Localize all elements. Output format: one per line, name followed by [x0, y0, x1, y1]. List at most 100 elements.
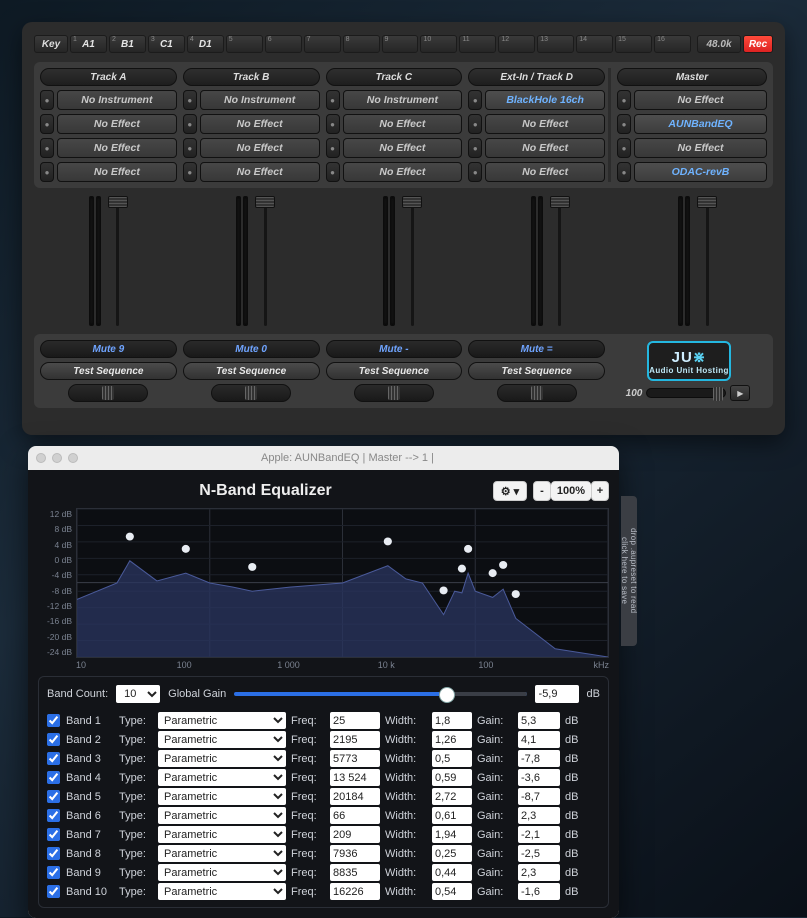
effect-slot[interactable]: No Effect — [57, 162, 177, 182]
band-width-input[interactable]: 2,72 — [432, 788, 472, 805]
band-freq-input[interactable]: 66 — [330, 807, 380, 824]
band-type-select[interactable]: Parametric — [158, 712, 286, 729]
track-header[interactable]: Track B — [183, 68, 320, 86]
master-header[interactable]: Master — [617, 68, 767, 86]
effect-slot[interactable]: No Effect — [57, 114, 177, 134]
band-gain-input[interactable]: -7,8 — [518, 750, 560, 767]
band-width-input[interactable]: 0,5 — [432, 750, 472, 767]
slot-enable-toggle[interactable]: ● — [326, 114, 340, 134]
band-gain-input[interactable]: -3,6 — [518, 769, 560, 786]
settings-button[interactable]: ⚙︎ ▾ — [493, 481, 527, 501]
global-gain-slider[interactable] — [234, 692, 526, 696]
band-type-select[interactable]: Parametric — [158, 788, 286, 805]
effect-slot[interactable]: No Effect — [485, 138, 605, 158]
volume-fader[interactable] — [107, 196, 129, 326]
band-type-select[interactable]: Parametric — [158, 826, 286, 843]
volume-fader[interactable] — [696, 196, 718, 326]
effect-slot[interactable]: No Effect — [200, 114, 320, 134]
band-width-input[interactable]: 1,94 — [432, 826, 472, 843]
band-enable-checkbox[interactable] — [47, 828, 60, 841]
preset-dropzone[interactable]: drop .aupreset to read click here to sav… — [621, 496, 637, 646]
preset-slot-11[interactable]: 11 — [459, 35, 496, 53]
key-button[interactable]: Key — [34, 35, 68, 53]
band-enable-checkbox[interactable] — [47, 790, 60, 803]
pan-slider[interactable] — [497, 384, 577, 402]
effect-slot[interactable]: No Effect — [343, 138, 463, 158]
band-enable-checkbox[interactable] — [47, 752, 60, 765]
band-freq-input[interactable]: 20184 — [330, 788, 380, 805]
master-slot[interactable]: ODAC-revB — [634, 162, 767, 182]
band-width-input[interactable]: 0,61 — [432, 807, 472, 824]
preset-slot-9[interactable]: 9 — [382, 35, 419, 53]
band-type-select[interactable]: Parametric — [158, 883, 286, 900]
preset-slot-14[interactable]: 14 — [576, 35, 613, 53]
preset-slot-10[interactable]: 10 — [420, 35, 457, 53]
bpm-value[interactable]: 100 — [626, 388, 643, 399]
effect-slot[interactable]: No Effect — [343, 114, 463, 134]
slot-enable-toggle[interactable]: ● — [326, 162, 340, 182]
band-freq-input[interactable]: 25 — [330, 712, 380, 729]
slot-enable-toggle[interactable]: ● — [326, 90, 340, 110]
pan-slider[interactable] — [354, 384, 434, 402]
band-enable-checkbox[interactable] — [47, 885, 60, 898]
preset-slot-16[interactable]: 16 — [654, 35, 691, 53]
band-freq-input[interactable]: 7936 — [330, 845, 380, 862]
sample-rate-button[interactable]: 48.0k — [697, 35, 741, 53]
band-marker[interactable] — [512, 590, 520, 598]
slot-enable-toggle[interactable]: ● — [468, 138, 482, 158]
test-sequence-button[interactable]: Test Sequence — [468, 362, 605, 380]
effect-slot[interactable]: No Effect — [57, 138, 177, 158]
band-enable-checkbox[interactable] — [47, 866, 60, 879]
preset-slot-4[interactable]: 4D1 — [187, 35, 224, 53]
effect-slot[interactable]: No Effect — [485, 114, 605, 134]
band-type-select[interactable]: Parametric — [158, 769, 286, 786]
slot-enable-toggle[interactable]: ● — [326, 138, 340, 158]
slot-enable-toggle[interactable]: ● — [40, 138, 54, 158]
band-type-select[interactable]: Parametric — [158, 864, 286, 881]
pan-slider[interactable] — [68, 384, 148, 402]
preset-slot-15[interactable]: 15 — [615, 35, 652, 53]
band-enable-checkbox[interactable] — [47, 714, 60, 727]
band-count-select[interactable]: 10 — [116, 685, 160, 703]
band-type-select[interactable]: Parametric — [158, 845, 286, 862]
band-type-select[interactable]: Parametric — [158, 731, 286, 748]
volume-fader[interactable] — [254, 196, 276, 326]
mute-button[interactable]: Mute - — [326, 340, 463, 358]
track-header[interactable]: Track A — [40, 68, 177, 86]
slot-enable-toggle[interactable]: ● — [468, 162, 482, 182]
band-freq-input[interactable]: 2195 — [330, 731, 380, 748]
band-marker[interactable] — [464, 545, 472, 553]
track-header[interactable]: Track C — [326, 68, 463, 86]
slot-enable-toggle[interactable]: ● — [40, 114, 54, 134]
band-width-input[interactable]: 0,54 — [432, 883, 472, 900]
volume-fader[interactable] — [549, 196, 571, 326]
slot-enable-toggle[interactable]: ● — [40, 90, 54, 110]
band-width-input[interactable]: 1,26 — [432, 731, 472, 748]
preset-slot-6[interactable]: 6 — [265, 35, 302, 53]
band-gain-input[interactable]: -8,7 — [518, 788, 560, 805]
mute-button[interactable]: Mute 0 — [183, 340, 320, 358]
band-marker[interactable] — [439, 586, 447, 594]
pan-slider[interactable] — [211, 384, 291, 402]
band-marker[interactable] — [126, 533, 134, 541]
effect-slot[interactable]: No Effect — [485, 162, 605, 182]
test-sequence-button[interactable]: Test Sequence — [183, 362, 320, 380]
preset-slot-8[interactable]: 8 — [343, 35, 380, 53]
band-enable-checkbox[interactable] — [47, 771, 60, 784]
test-sequence-button[interactable]: Test Sequence — [40, 362, 177, 380]
band-width-input[interactable]: 1,8 — [432, 712, 472, 729]
slot-enable-toggle[interactable]: ● — [617, 138, 631, 158]
slot-enable-toggle[interactable]: ● — [617, 114, 631, 134]
slot-enable-toggle[interactable]: ● — [183, 90, 197, 110]
master-slot[interactable]: AUNBandEQ — [634, 114, 767, 134]
mute-button[interactable]: Mute = — [468, 340, 605, 358]
band-gain-input[interactable]: 5,3 — [518, 712, 560, 729]
instrument-slot[interactable]: No Instrument — [57, 90, 177, 110]
effect-slot[interactable]: No Effect — [343, 162, 463, 182]
band-enable-checkbox[interactable] — [47, 733, 60, 746]
slot-enable-toggle[interactable]: ● — [183, 162, 197, 182]
master-slot[interactable]: No Effect — [634, 138, 767, 158]
zoom-in-button[interactable]: + — [591, 481, 609, 501]
band-enable-checkbox[interactable] — [47, 847, 60, 860]
close-icon[interactable] — [36, 453, 46, 463]
